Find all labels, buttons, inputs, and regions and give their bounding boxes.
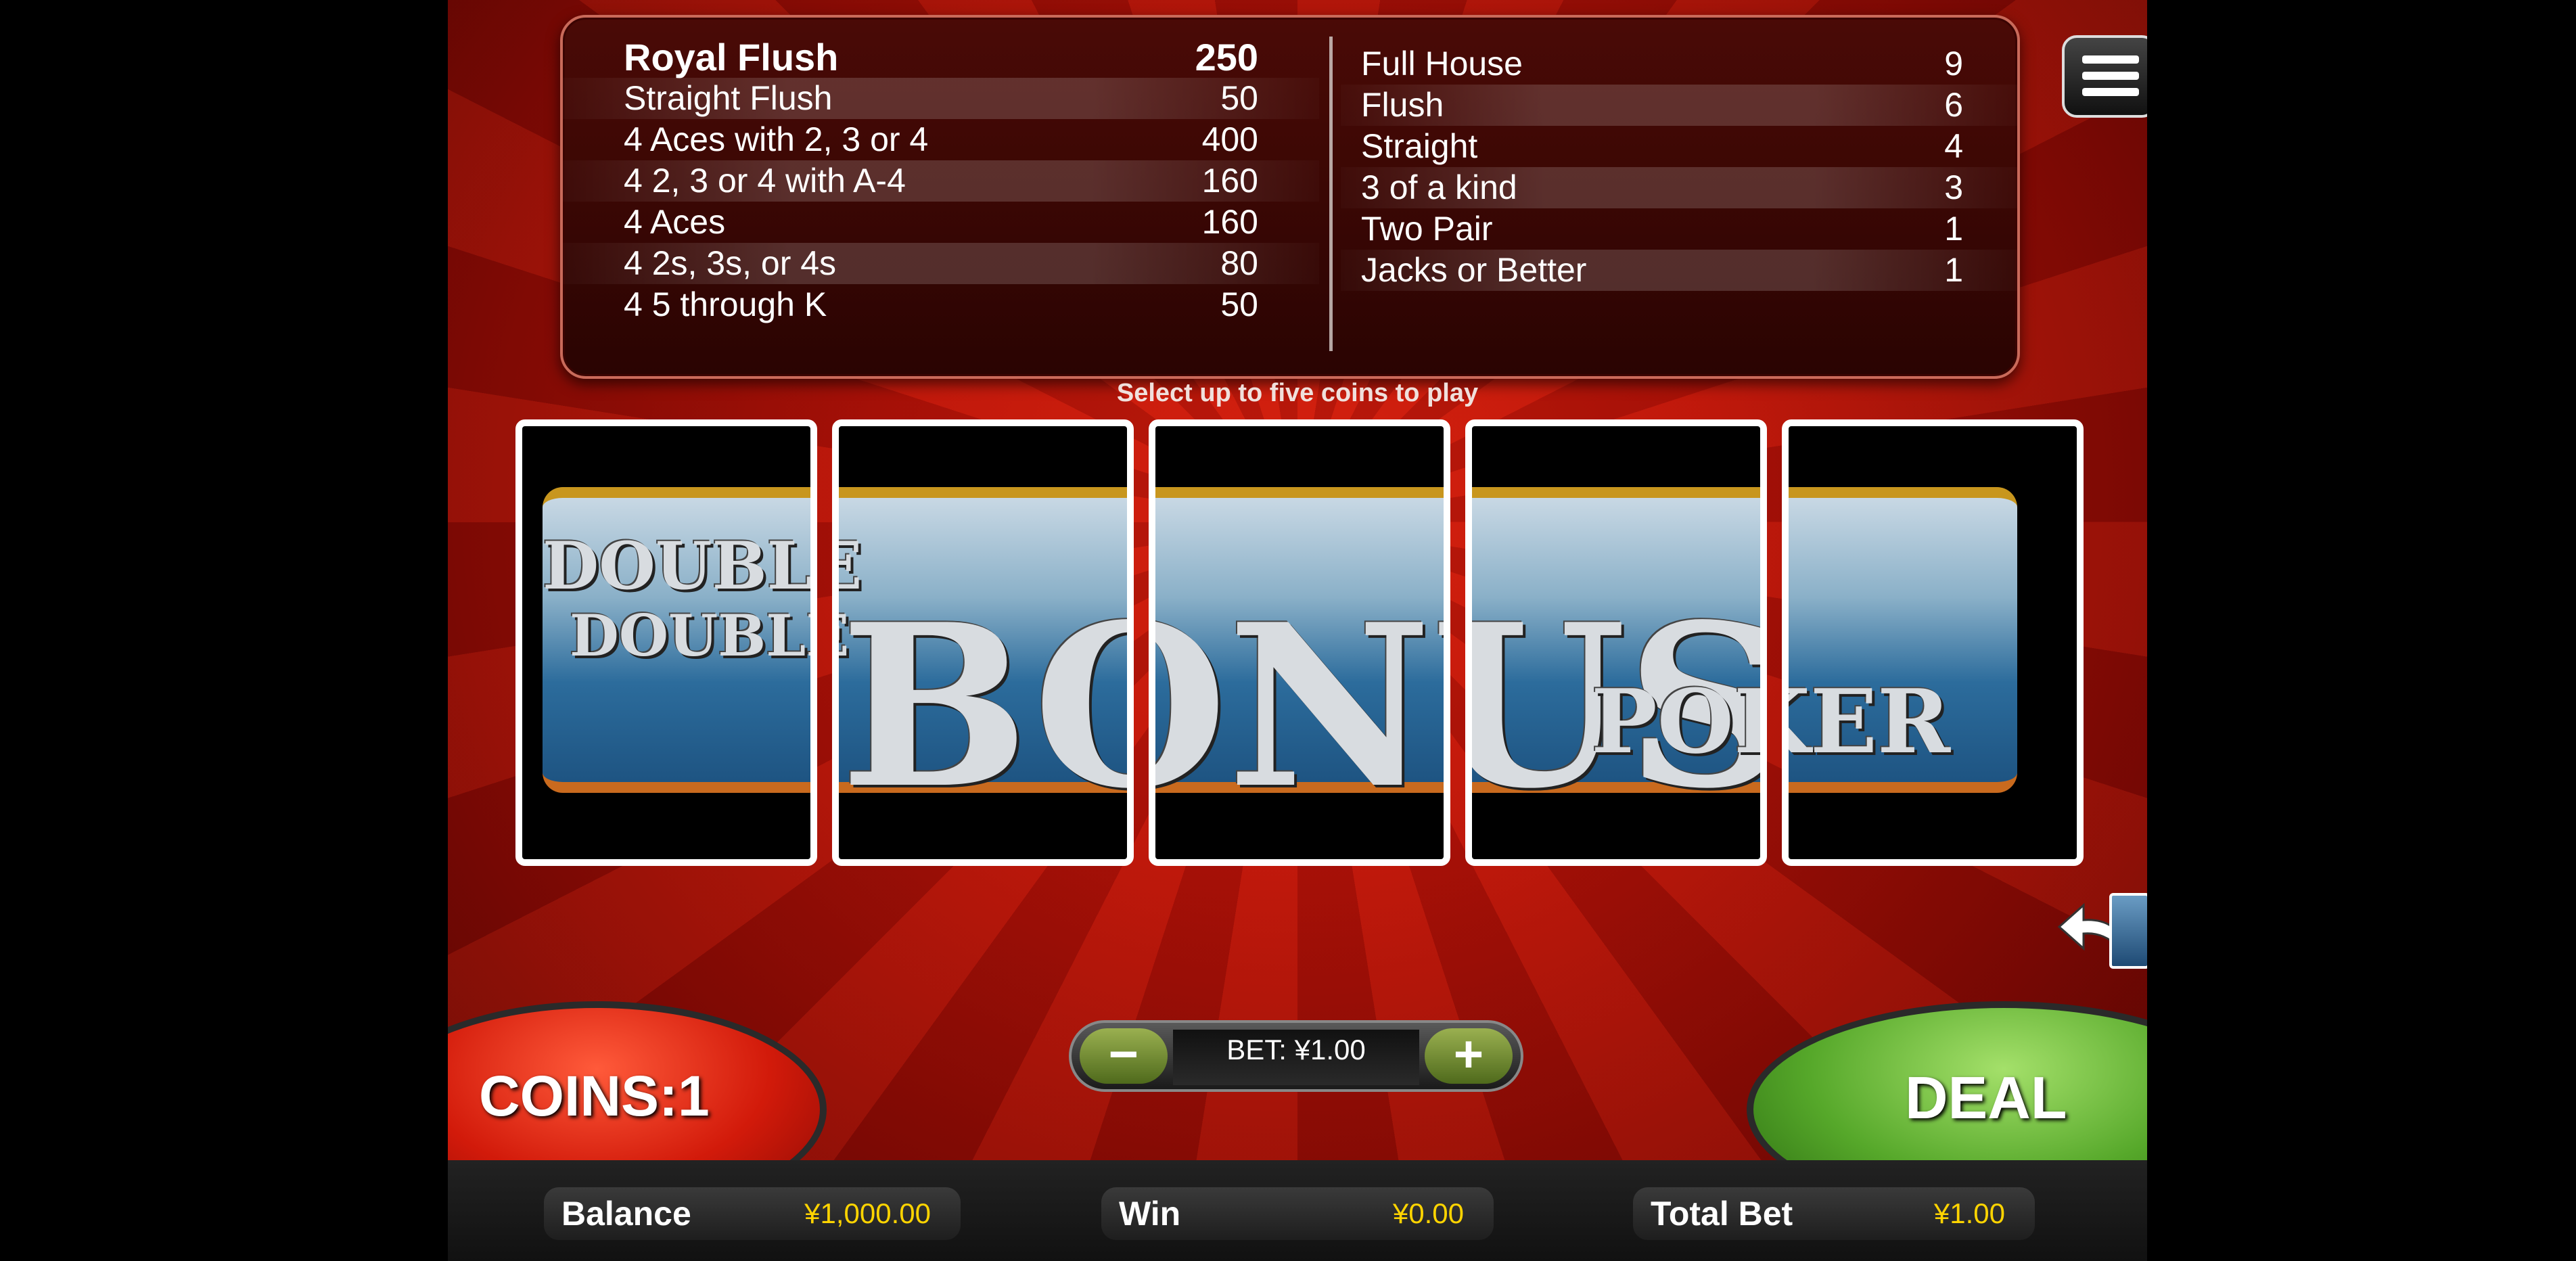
paytable-row: Straight 4 — [1361, 127, 1963, 165]
game-stage: Royal Flush 250 Straight Flush 50 4 Aces w… — [448, 0, 2147, 1261]
hamburger-menu-icon[interactable] — [2062, 35, 2147, 118]
card-slot-5[interactable]: POKER — [1782, 419, 2084, 866]
paytable-row: Straight Flush 50 — [563, 78, 1319, 119]
total-bet-value: ¥1.00 — [1933, 1197, 2005, 1229]
bet-control: − BET: ¥1.00 + — [1069, 1020, 1523, 1092]
paytable-row: Flush 6 — [1341, 85, 2017, 126]
paytable: Royal Flush 250 Straight Flush 50 4 Aces w… — [560, 15, 2020, 379]
paytable-row: Full House 9 — [1361, 45, 1963, 83]
bet-decrease-button[interactable]: − — [1080, 1028, 1168, 1084]
coins-button-label: COINS:1 — [479, 1064, 710, 1128]
bet-amount-label: BET: ¥1.00 — [1173, 1030, 1419, 1085]
paytable-row: 4 2, 3 or 4 with A-4 160 — [563, 160, 1319, 202]
paytable-row: 4 Aces with 2, 3 or 4 400 — [624, 120, 1258, 158]
paytable-row: 4 5 through K 50 — [624, 285, 1258, 323]
footer-bar: Balance ¥1,000.00 Win ¥0.00 Total Bet ¥1… — [448, 1160, 2147, 1261]
deal-button-label: DEAL — [1905, 1064, 2067, 1131]
card-slot-1[interactable]: DOUBLE DOUBLE — [515, 419, 817, 866]
win-label: Win — [1119, 1195, 1181, 1233]
paytable-row: 3 of a kind 3 — [1341, 167, 2017, 208]
card-slot-2[interactable]: DOUBLE DOUBLE BONUS — [832, 419, 1134, 866]
win-value: ¥0.00 — [1392, 1197, 1464, 1229]
banner-double-1: DOUBLE — [543, 528, 813, 604]
win-box: Win ¥0.00 — [1101, 1187, 1494, 1240]
paytable-right-column: Full House 9 Flush 6 Straight 4 3 of a kind… — [1341, 37, 2017, 291]
paytable-row: 4 Aces 160 — [624, 203, 1258, 241]
paytable-row: 4 2s, 3s, or 4s 80 — [563, 243, 1319, 284]
balance-value: ¥1,000.00 — [804, 1197, 931, 1229]
mini-card-thumbnail — [2109, 893, 2147, 969]
banner-double-2: DOUBLE — [570, 602, 810, 669]
card-slot-3[interactable]: BONUS — [1149, 419, 1450, 866]
paytable-row: Two Pair 1 — [1361, 210, 1963, 248]
paytable-row: Jacks or Better 1 — [1341, 250, 2017, 291]
bet-increase-button[interactable]: + — [1425, 1028, 1513, 1084]
banner-poker: POKER — [1591, 670, 1760, 773]
balance-box: Balance ¥1,000.00 — [544, 1187, 961, 1240]
paytable-row: Royal Flush 250 — [624, 36, 1258, 78]
coin-prompt: Select up to five coins to play — [1116, 379, 1479, 407]
total-bet-label: Total Bet — [1651, 1195, 1793, 1233]
card-slot-4[interactable]: BONUS POKER — [1465, 419, 1767, 866]
banner-bonus: BONUS — [840, 575, 1127, 838]
paytable-divider — [1329, 37, 1333, 351]
paytable-left-column: Royal Flush 250 Straight Flush 50 4 Aces w… — [563, 37, 1319, 325]
balance-label: Balance — [561, 1195, 691, 1233]
total-bet-box: Total Bet ¥1.00 — [1633, 1187, 2035, 1240]
